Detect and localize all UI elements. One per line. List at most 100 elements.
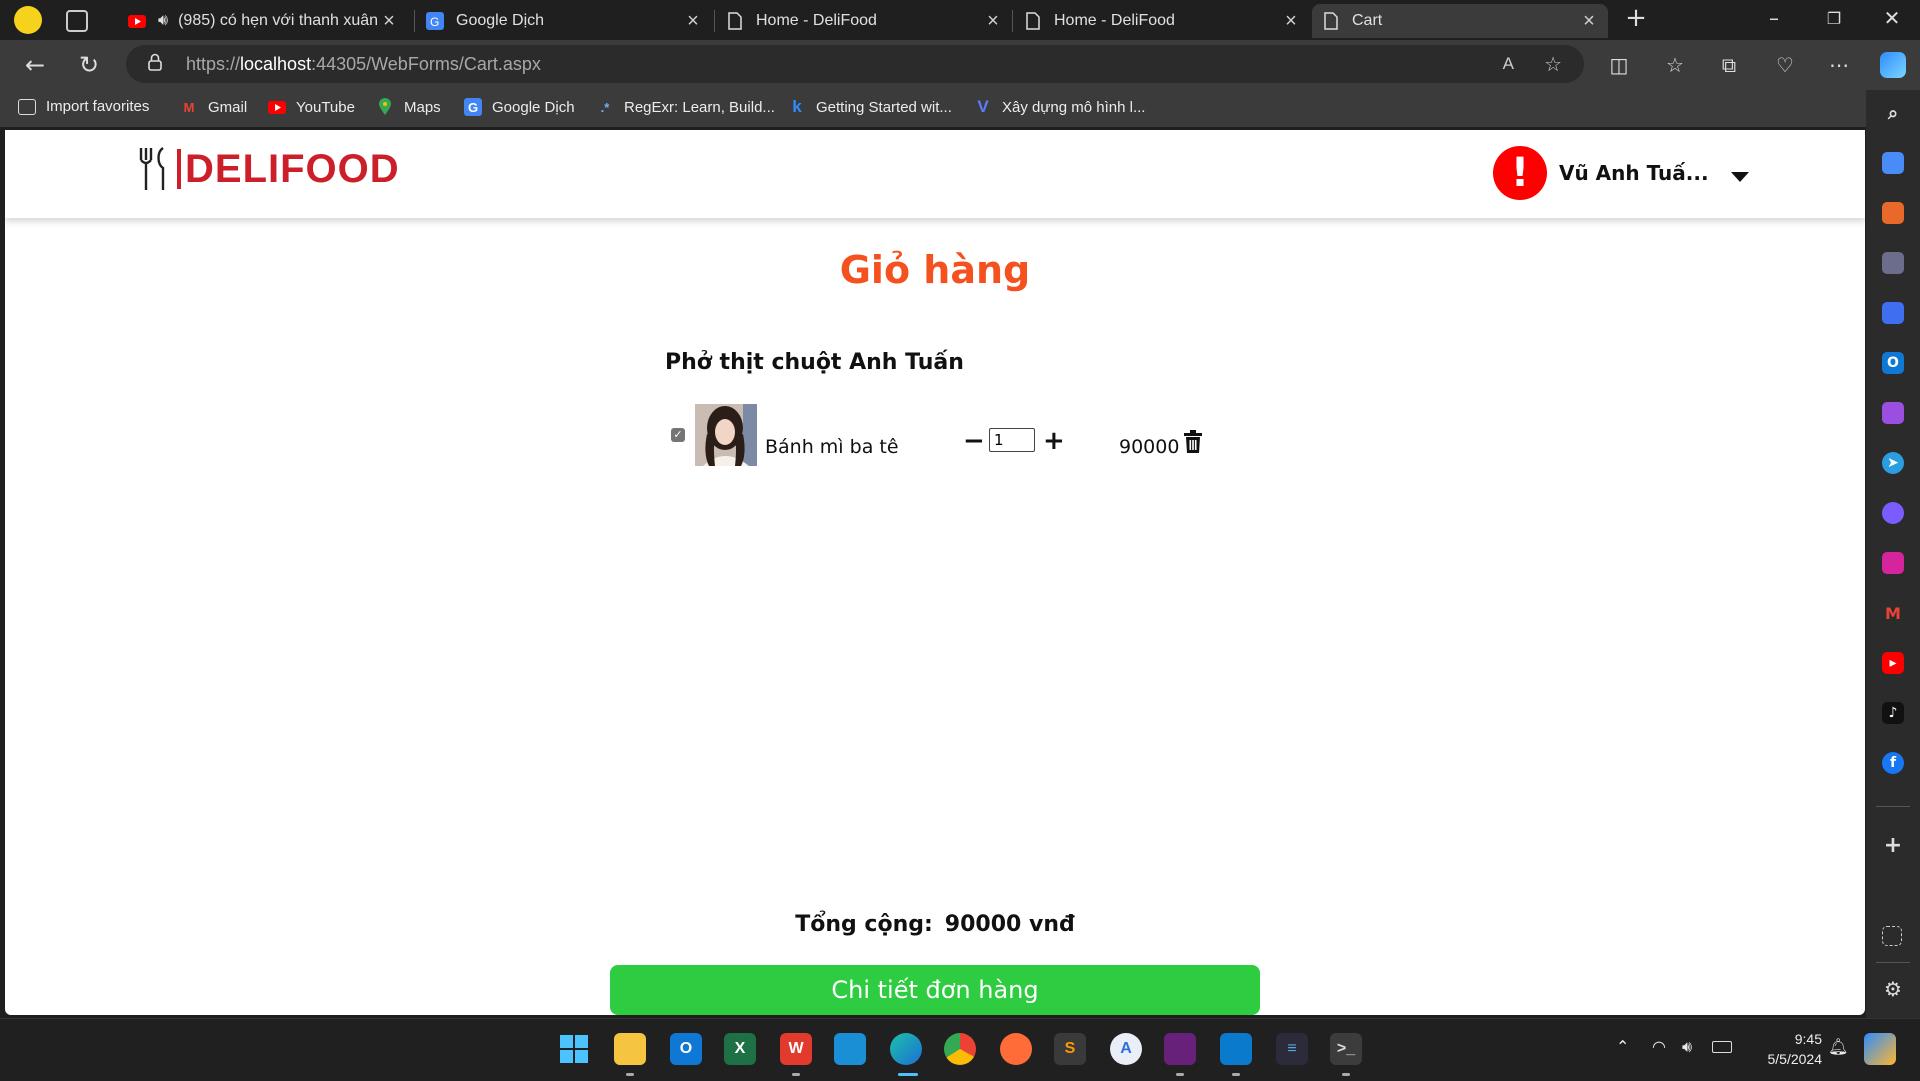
close-icon[interactable]: × (378, 10, 400, 33)
tab-google-translate[interactable]: G Google Dịch × (416, 4, 712, 38)
speaker-icon[interactable]: 🔊︎ (158, 12, 168, 30)
close-icon[interactable]: × (1578, 10, 1600, 33)
browser-essentials-icon[interactable]: ♡ (1770, 50, 1800, 80)
facebook-icon[interactable]: f (1882, 752, 1904, 774)
outlook-icon[interactable]: O (1882, 352, 1904, 374)
designer-icon[interactable] (1882, 402, 1904, 424)
tab-home-delifood-2[interactable]: Home - DeliFood × (1014, 4, 1310, 38)
volume-icon[interactable]: 🔊︎ (1682, 1037, 1692, 1057)
visual-studio-icon[interactable] (1164, 1033, 1196, 1065)
caret-down-icon[interactable] (1730, 172, 1749, 182)
wps-office-icon[interactable]: W (780, 1033, 812, 1065)
sidebar-separator (1876, 806, 1910, 807)
sidebar-separator (1876, 962, 1910, 963)
copilot-icon[interactable] (1880, 52, 1906, 78)
fav-label: Xây dựng mô hình l... (1002, 98, 1146, 116)
chevron-up-icon[interactable]: ⌃ (1616, 1037, 1629, 1056)
alert-icon: ! (1493, 146, 1547, 200)
add-icon[interactable]: + (1882, 833, 1904, 858)
games-icon[interactable] (1882, 252, 1904, 274)
git-tool-icon[interactable]: ≡ (1276, 1033, 1308, 1065)
decrease-quantity-button[interactable]: − (963, 428, 985, 454)
close-icon[interactable]: × (1280, 10, 1302, 33)
back-button[interactable]: ← (18, 48, 52, 82)
fork-knife-icon (139, 147, 165, 190)
file-explorer-icon[interactable] (614, 1033, 646, 1065)
tab-cart[interactable]: Cart × (1312, 4, 1608, 38)
fav-getting-started[interactable]: k Getting Started wit... (788, 97, 952, 116)
shop-name: Phở thịt chuột Anh Tuấn (665, 350, 964, 375)
fav-gmail[interactable]: M Gmail (180, 98, 248, 116)
telegram-icon[interactable]: ➤ (1882, 452, 1904, 474)
shopping-tag-icon[interactable] (1882, 152, 1904, 174)
profile-avatar-icon[interactable] (14, 6, 42, 34)
restore-button[interactable]: ❐ (1814, 9, 1854, 28)
item-checkbox[interactable]: ✓ (671, 428, 685, 442)
increase-quantity-button[interactable]: + (1043, 428, 1065, 454)
instagram-icon[interactable] (1882, 552, 1904, 574)
wifi-icon[interactable]: ◠ (1652, 1037, 1666, 1056)
delifood-logo[interactable]: DELIFOOD (137, 146, 400, 192)
chrome-icon[interactable] (944, 1033, 976, 1065)
screenshot-icon[interactable] (1882, 926, 1902, 946)
favorites-icon[interactable]: ☆ (1660, 50, 1690, 80)
vscode-icon[interactable] (1220, 1033, 1252, 1065)
favorite-star-icon[interactable]: ☆ (1544, 52, 1562, 77)
close-icon[interactable]: × (982, 10, 1004, 33)
user-menu[interactable]: ! Vũ Anh Tuấ... (1493, 146, 1749, 200)
logo-text: DELIFOOD (185, 146, 400, 191)
excel-icon[interactable]: X (724, 1033, 756, 1065)
item-price: 90000 (1119, 436, 1180, 458)
messenger-icon[interactable] (1882, 502, 1904, 524)
fav-label: YouTube (296, 98, 355, 116)
order-details-button[interactable]: Chi tiết đơn hàng (610, 965, 1260, 1015)
close-icon[interactable]: × (682, 10, 704, 33)
edge-icon[interactable] (890, 1033, 922, 1065)
fav-import-favorites[interactable]: Import favorites (18, 98, 149, 115)
copilot-taskbar-icon[interactable] (1864, 1033, 1896, 1065)
clock[interactable]: 9:45 5/5/2024 (1752, 1029, 1823, 1069)
app-store-icon[interactable]: A (1110, 1033, 1142, 1065)
fav-maps[interactable]: Maps (376, 98, 441, 116)
lock-icon[interactable] (148, 53, 168, 76)
more-menu-icon[interactable]: ⋯ (1824, 50, 1854, 80)
fav-regexr[interactable]: .* RegExr: Learn, Build... (596, 98, 775, 116)
minimize-button[interactable]: – (1754, 6, 1794, 30)
fav-xay-dung[interactable]: V Xây dựng mô hình l... (974, 97, 1146, 116)
url-path: :44305/WebForms/Cart.aspx (311, 53, 541, 74)
fav-youtube[interactable]: YouTube (268, 98, 355, 116)
close-window-button[interactable]: ✕ (1872, 6, 1912, 30)
settings-gear-icon[interactable]: ⚙ (1882, 977, 1904, 1001)
tab-title: Home - DeliFood (756, 12, 877, 29)
workspaces-icon[interactable] (66, 10, 88, 32)
fav-google-translate[interactable]: G Google Dịch (464, 98, 575, 116)
tab-youtube[interactable]: 🔊︎ (985) có hẹn với thanh xuân × (118, 4, 408, 38)
tools-icon[interactable] (1882, 202, 1904, 224)
read-aloud-icon[interactable]: A (1503, 54, 1514, 74)
snipping-app-icon[interactable] (834, 1033, 866, 1065)
sublime-text-icon[interactable]: S (1054, 1033, 1086, 1065)
start-icon[interactable] (558, 1033, 590, 1065)
new-tab-button[interactable]: + (1616, 3, 1656, 33)
fav-label: RegExr: Learn, Build... (624, 98, 775, 116)
postman-icon[interactable] (1000, 1033, 1032, 1065)
refresh-button[interactable]: ↻ (72, 48, 106, 82)
battery-icon[interactable] (1712, 1041, 1732, 1053)
tab-separator (414, 10, 415, 32)
quantity-input[interactable] (989, 428, 1035, 452)
copilot-sidebar-icon[interactable] (1882, 302, 1904, 324)
terminal-icon[interactable]: >_ (1330, 1033, 1362, 1065)
youtube-sidebar-icon[interactable]: ▸ (1882, 652, 1904, 674)
outlook-taskbar-icon[interactable]: O (670, 1033, 702, 1065)
gmail-sidebar-icon[interactable]: M (1882, 602, 1904, 624)
split-screen-icon[interactable]: ◫ (1604, 50, 1634, 80)
address-bar[interactable]: https://localhost:44305/WebForms/Cart.as… (126, 45, 1584, 83)
fav-label: Getting Started wit... (816, 98, 952, 116)
tiktok-icon[interactable]: ♪ (1882, 702, 1904, 724)
collections-icon[interactable]: ⧉ (1714, 50, 1744, 80)
notification-bell-icon[interactable]: 🔔︎ (1828, 1037, 1848, 1056)
trash-icon[interactable] (1183, 430, 1203, 454)
tab-home-delifood-1[interactable]: Home - DeliFood × (716, 4, 1012, 38)
tab-title: Cart (1352, 12, 1383, 29)
search-icon[interactable]: ⌕ (1882, 102, 1904, 124)
